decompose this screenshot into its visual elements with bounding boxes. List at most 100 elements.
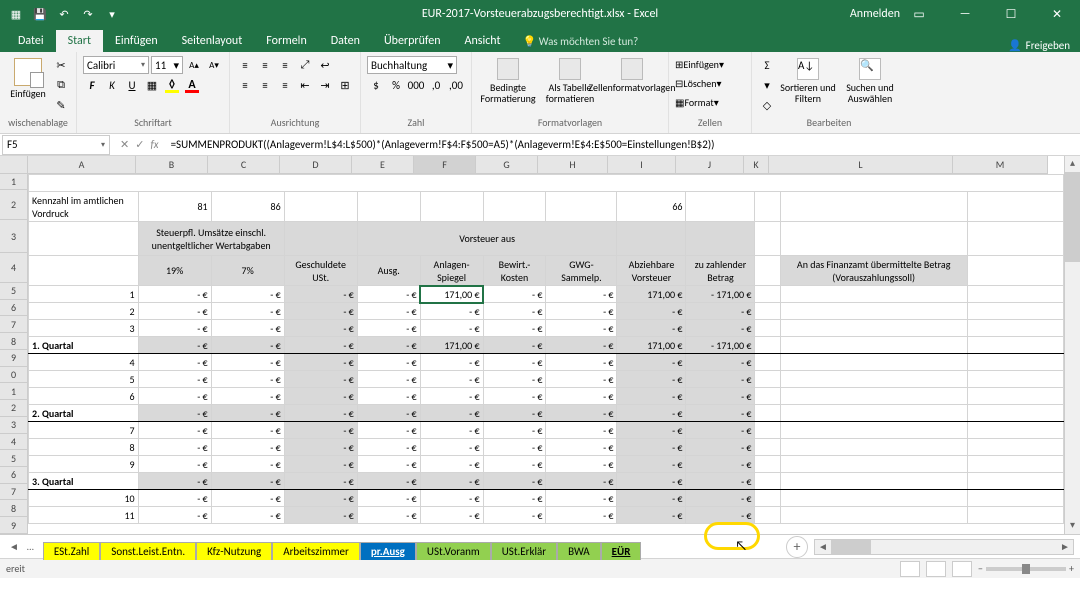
bold-button[interactable]: F [83,76,101,94]
scroll-thumb[interactable] [831,540,871,554]
thousands-icon[interactable]: 000 [407,76,425,94]
tab-ueberpruefen[interactable]: Überprüfen [372,30,453,52]
tab-ansicht[interactable]: Ansicht [453,30,513,52]
tab-nav-prev-icon[interactable]: … [24,540,37,553]
cell[interactable]: Vorsteuer aus [357,222,617,256]
cell[interactable]: Ausg. [357,256,420,286]
row-header[interactable]: 7 [0,484,28,501]
cell[interactable]: GWG-Sammelp. [546,256,617,286]
redo-icon[interactable]: ↷ [78,4,98,24]
share-button[interactable]: 👤 Freigeben [1008,39,1070,52]
wrap-text-icon[interactable]: ↩ [316,56,334,74]
align-right-icon[interactable]: ≡ [276,76,294,94]
tab-start[interactable]: Start [56,30,103,52]
sheet-tab-prausg[interactable]: pr.Ausg [360,542,416,560]
page-break-view-icon[interactable] [952,561,972,577]
cell[interactable]: 81 [138,192,211,222]
cut-icon[interactable]: ✂ [52,56,70,74]
zoom-in-icon[interactable]: + [1069,562,1074,575]
row-header[interactable]: 1 [0,383,28,400]
merge-icon[interactable]: ⊞ [336,76,354,94]
sheet-tab-er[interactable]: EÜR [601,542,642,560]
sheet-tab-bwa[interactable]: BWA [557,542,601,560]
col-header[interactable]: K [744,156,769,174]
row-header[interactable]: 6 [0,467,28,484]
cell[interactable]: 2. Quartal [29,405,139,422]
maximize-button[interactable]: ☐ [988,0,1034,28]
sheet-tab-sonstleistentn[interactable]: Sonst.Leist.Entn. [100,542,196,560]
row-header[interactable]: 6 [0,300,28,317]
row-header[interactable]: 7 [0,316,28,333]
col-header[interactable]: E [352,156,414,174]
fx-icon[interactable]: fx [150,138,158,151]
percent-icon[interactable]: % [387,76,405,94]
formula-input[interactable]: =SUMMENPRODUKT((Anlageverm!L$4:L$500)*(A… [167,138,1080,151]
row-header[interactable]: 2 [0,400,28,417]
ribbon-options-icon[interactable]: ▭ [896,0,942,28]
fill-icon[interactable]: ▾ [758,76,776,94]
row-header[interactable]: 9 [0,517,28,534]
row-header[interactable]: 2 [0,190,28,220]
cell[interactable]: Kennzahl im amtlichen Vordruck [29,192,139,222]
decrease-indent-icon[interactable]: ⇤ [296,76,314,94]
cell[interactable]: 1. Quartal [29,337,139,354]
border-button[interactable]: ▦ [143,76,161,94]
save-icon[interactable]: 💾 [30,4,50,24]
scroll-thumb[interactable] [1065,172,1080,262]
row-header[interactable]: 3 [0,417,28,434]
cell[interactable]: An das Finanzamt übermittelte Betrag (Vo… [780,256,967,286]
font-color-button[interactable]: A [183,76,201,94]
align-bottom-icon[interactable]: ≡ [276,56,294,74]
tab-daten[interactable]: Daten [319,30,372,52]
cell[interactable]: 7% [211,256,284,286]
row-header[interactable]: 0 [0,367,28,384]
sheet-tab-usterklr[interactable]: USt.Erklär [491,542,557,560]
cell[interactable]: Abziehbare Vorsteuer [617,256,686,286]
sheet-tab-arbeitszimmer[interactable]: Arbeitszimmer [272,542,360,560]
sign-in-link[interactable]: Anmelden [850,7,900,21]
col-header[interactable]: L [769,156,953,174]
cell[interactable]: 3. Quartal [29,473,139,490]
sheet-tab-estzahl[interactable]: ESt.Zahl [43,542,100,560]
enter-formula-icon[interactable]: ✓ [135,138,144,151]
vertical-scrollbar[interactable]: ▴ ▾ [1064,156,1080,534]
increase-font-icon[interactable]: A▴ [185,56,203,74]
italic-button[interactable]: K [103,76,121,94]
scroll-right-icon[interactable]: ► [1057,540,1073,553]
cell[interactable]: 19% [138,256,211,286]
select-all-corner[interactable] [0,156,28,174]
align-center-icon[interactable]: ≡ [256,76,274,94]
new-sheet-button[interactable]: + [786,536,808,558]
tab-datei[interactable]: Datei [6,30,56,52]
decrease-font-icon[interactable]: A▾ [205,56,223,74]
sheet-tab-kfznutzung[interactable]: Kfz-Nutzung [196,542,272,560]
zoom-out-icon[interactable]: − [978,562,983,575]
sheet-tab-ustvoranm[interactable]: USt.Voranm [416,542,491,560]
name-box[interactable]: F5▾ [2,135,110,155]
clear-icon[interactable]: ◇ [758,96,776,114]
col-header[interactable]: B [136,156,208,174]
row-header[interactable]: 4 [0,434,28,451]
minimize-button[interactable]: — [942,0,988,28]
align-top-icon[interactable]: ≡ [236,56,254,74]
orientation-icon[interactable]: ⤢ [296,56,314,74]
horizontal-scrollbar[interactable]: ◄ ► [814,539,1074,555]
format-cells-button[interactable]: ▦ Format ▾ [675,94,745,111]
insert-cells-button[interactable]: ⊞ Einfügen ▾ [675,56,745,73]
cancel-formula-icon[interactable]: ✕ [120,138,129,151]
cell-styles-button[interactable]: Zellenformatvorlagen [602,54,662,116]
page-layout-view-icon[interactable] [926,561,946,577]
row-header[interactable]: 4 [0,253,28,283]
find-select-button[interactable]: 🔍Suchen und Auswählen [840,54,900,116]
row-header[interactable]: 1 [0,174,28,191]
number-format-select[interactable]: Buchhaltung▾ [367,56,457,74]
align-left-icon[interactable]: ≡ [236,76,254,94]
tab-seitenlayout[interactable]: Seitenlayout [170,30,255,52]
col-header[interactable]: F [414,156,476,174]
increase-indent-icon[interactable]: ⇥ [316,76,334,94]
cell[interactable]: 1 [29,286,139,303]
scroll-up-icon[interactable]: ▴ [1065,156,1080,172]
col-header[interactable]: J [676,156,744,174]
row-header[interactable]: 8 [0,333,28,350]
row-header[interactable]: 9 [0,350,28,367]
